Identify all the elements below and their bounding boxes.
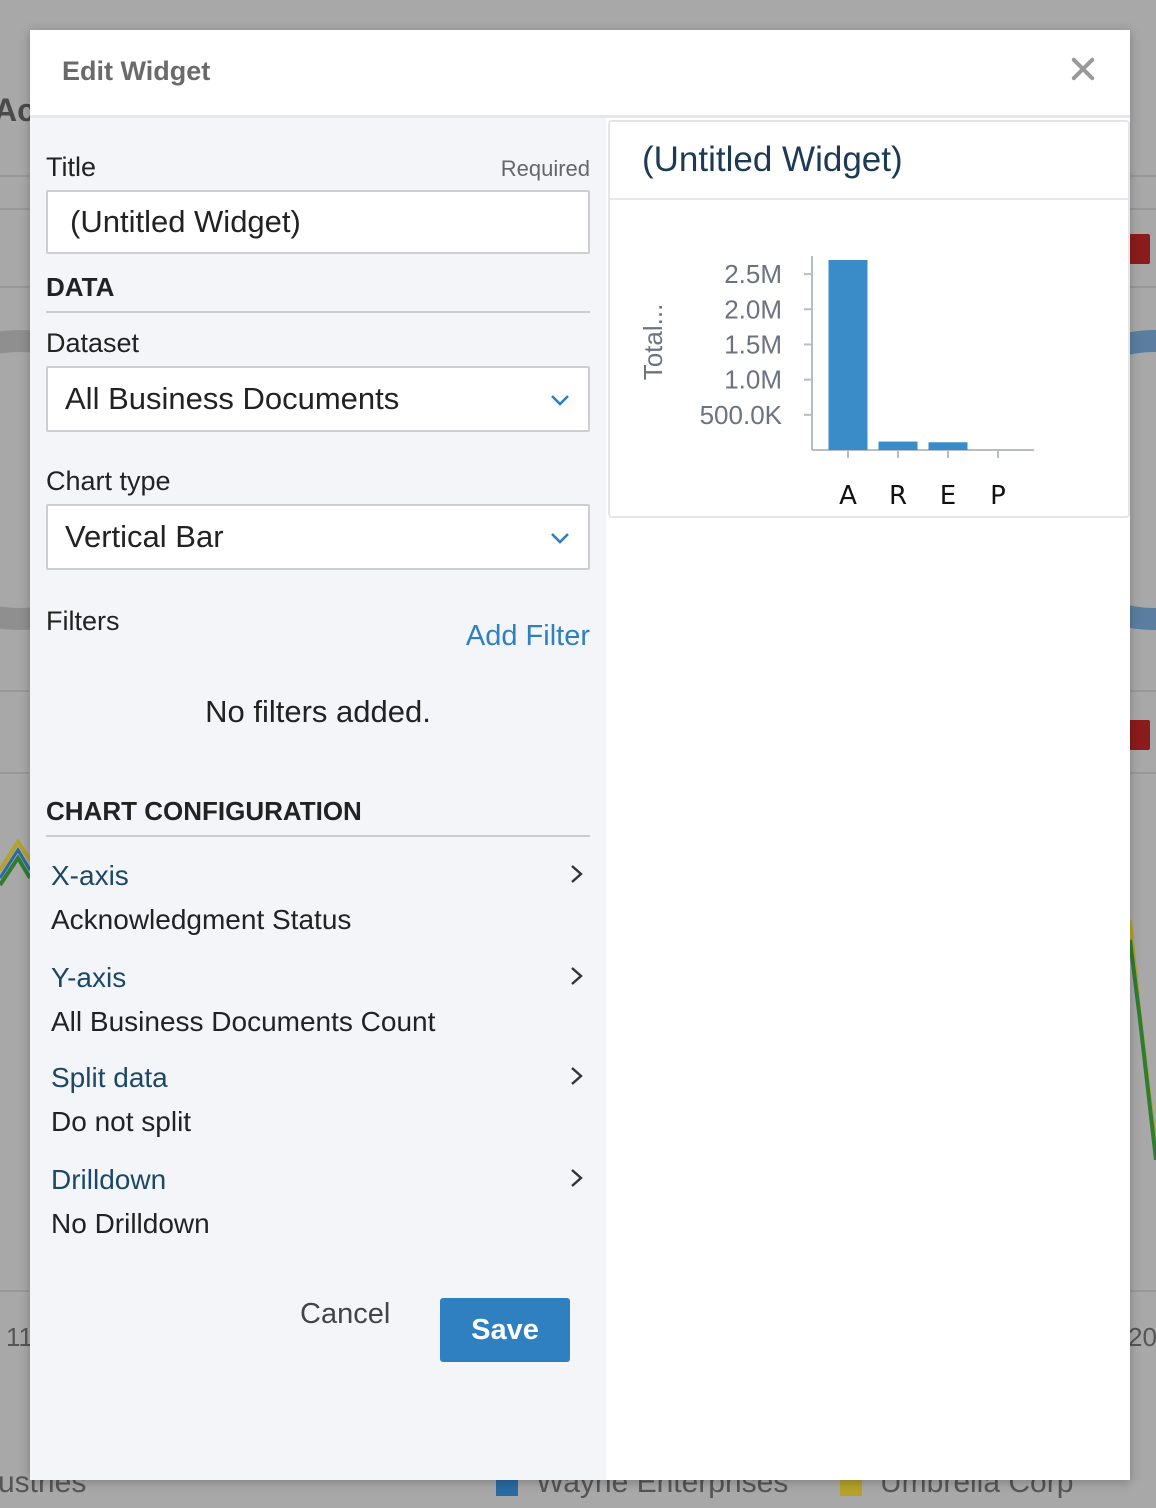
add-filter-link[interactable]: Add Filter bbox=[466, 620, 590, 653]
background-line-chart bbox=[1128, 920, 1156, 1160]
dataset-label: Dataset bbox=[46, 328, 140, 358]
background-tick: 11 bbox=[6, 1322, 33, 1352]
trash-icon bbox=[1128, 720, 1150, 750]
y-tick-label: 2.0M bbox=[724, 294, 782, 324]
filters-label: Filters bbox=[46, 606, 120, 636]
x-tick-label: A bbox=[839, 481, 857, 511]
x-tick-label: R bbox=[889, 481, 907, 511]
x-tick-label: P bbox=[990, 481, 1006, 511]
background-tick: 20 bbox=[1128, 1322, 1156, 1352]
chevron-right-icon bbox=[571, 865, 583, 883]
chart-type-label: Chart type bbox=[46, 466, 171, 496]
config-split-data[interactable]: Split data Do not split bbox=[51, 1062, 591, 1138]
chevron-right-icon bbox=[571, 967, 583, 985]
chevron-down-icon bbox=[551, 533, 569, 544]
config-value: Do not split bbox=[51, 1106, 192, 1137]
chevron-right-icon bbox=[571, 1067, 583, 1085]
y-tick-label: 1.5M bbox=[724, 329, 782, 359]
y-axis-title: Total... bbox=[638, 304, 668, 381]
bar-chart: 500.0K 1.0M 1.5M 2.0M 2.5M Total... A R E P bbox=[638, 256, 1034, 511]
dataset-select-value: All Business Documents bbox=[65, 381, 400, 416]
chart-configuration-heading: CHART CONFIGURATION bbox=[46, 796, 590, 837]
chevron-right-icon bbox=[571, 1169, 583, 1187]
y-tick-label: 2.5M bbox=[724, 259, 782, 289]
chevron-down-icon bbox=[551, 395, 569, 406]
x-tick-label: E bbox=[940, 481, 956, 511]
preview-title: (Untitled Widget) bbox=[642, 140, 903, 179]
config-label: Drilldown bbox=[51, 1164, 167, 1195]
config-y-axis[interactable]: Y-axis All Business Documents Count bbox=[51, 962, 591, 1038]
chart-type-select-value: Vertical Bar bbox=[65, 519, 224, 554]
no-filters-message: No filters added. bbox=[205, 694, 431, 729]
bar bbox=[928, 442, 968, 450]
config-value: All Business Documents Count bbox=[51, 1006, 436, 1037]
bar bbox=[828, 260, 868, 450]
y-tick-label: 1.0M bbox=[724, 365, 782, 395]
config-label: Split data bbox=[51, 1062, 168, 1093]
title-label: Title bbox=[46, 152, 97, 182]
bar bbox=[878, 441, 918, 450]
edit-widget-dialog: Edit Widget Title Required (Untitled Wid… bbox=[30, 30, 1130, 1480]
chart-type-select[interactable]: Vertical Bar bbox=[46, 504, 590, 570]
dialog-header: Edit Widget bbox=[30, 30, 1130, 118]
config-drilldown[interactable]: Drilldown No Drilldown bbox=[51, 1164, 591, 1240]
y-tick-label: 500.0K bbox=[700, 400, 783, 430]
config-value: No Drilldown bbox=[51, 1208, 210, 1239]
required-indicator: Required bbox=[500, 156, 590, 181]
config-label: X-axis bbox=[51, 860, 129, 891]
dialog-title: Edit Widget bbox=[62, 56, 211, 86]
save-button[interactable]: Save bbox=[440, 1298, 570, 1362]
cancel-button[interactable]: Cancel bbox=[300, 1298, 390, 1331]
config-x-axis[interactable]: X-axis Acknowledgment Status bbox=[51, 860, 591, 936]
title-input[interactable]: (Untitled Widget) bbox=[46, 190, 590, 254]
preview-header: (Untitled Widget) bbox=[610, 122, 1128, 200]
config-label: Y-axis bbox=[51, 962, 127, 993]
config-value: Acknowledgment Status bbox=[51, 904, 352, 935]
widget-form: Title Required (Untitled Widget) DATA Da… bbox=[30, 118, 606, 1480]
widget-preview: (Untitled Widget) 500.0K 1.0M 1.5M 2.0M 2.5M… bbox=[608, 120, 1130, 518]
trash-icon bbox=[1128, 234, 1150, 264]
dataset-select[interactable]: All Business Documents bbox=[46, 366, 590, 432]
close-icon[interactable] bbox=[1066, 52, 1100, 86]
data-section-heading: DATA bbox=[46, 272, 590, 313]
